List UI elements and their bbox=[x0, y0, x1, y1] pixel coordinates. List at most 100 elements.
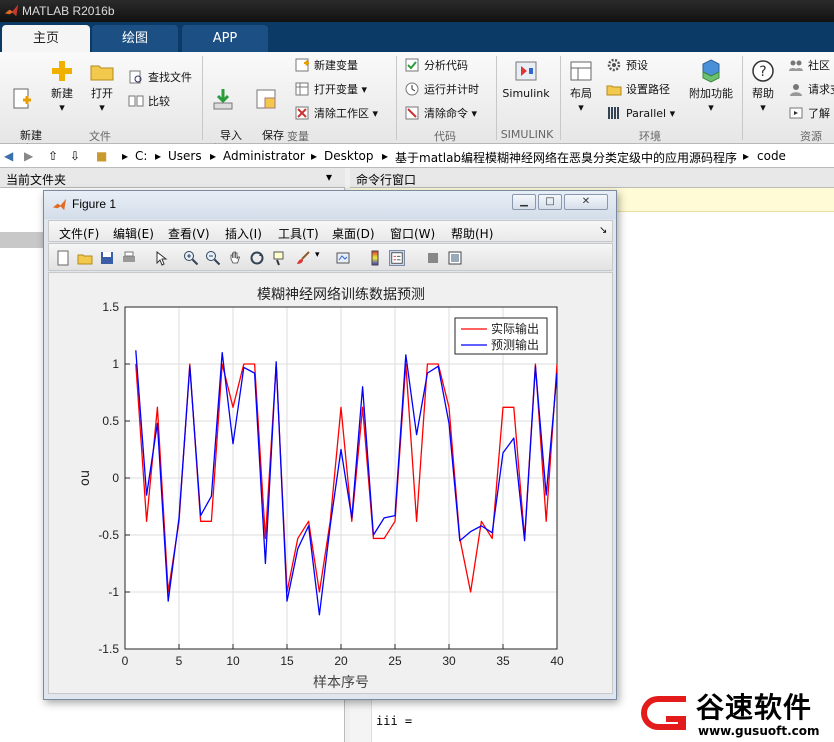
open-file-icon[interactable] bbox=[77, 250, 93, 266]
path-segment[interactable]: Users bbox=[168, 149, 202, 163]
plus-icon bbox=[52, 61, 72, 81]
x-tick-label: 10 bbox=[226, 654, 240, 668]
compare-button[interactable]: 比较 bbox=[128, 92, 170, 112]
tab-apps[interactable]: APP bbox=[182, 25, 268, 52]
learn-button[interactable]: 了解 bbox=[788, 104, 830, 124]
folder-open-icon bbox=[90, 65, 114, 81]
up-folder-icon[interactable]: ⇧ bbox=[48, 149, 58, 163]
current-folder-header: 当前文件夹 ▾ bbox=[0, 168, 345, 188]
new-script-icon bbox=[13, 88, 31, 109]
current-folder-title: 当前文件夹 bbox=[6, 173, 67, 187]
open-variable-button[interactable]: 打开变量 ▾ bbox=[294, 80, 367, 100]
show-plot-tools-icon[interactable] bbox=[447, 250, 463, 266]
browse-folder-icon[interactable]: ⇩ bbox=[70, 149, 80, 163]
minimize-button[interactable]: ▁ bbox=[512, 194, 536, 210]
path-segment[interactable]: C: bbox=[135, 149, 147, 163]
command-window-title: 命令行窗口 bbox=[356, 173, 417, 187]
ribbon-tab-bar: 主页 绘图 APP bbox=[0, 22, 834, 52]
find-files-button[interactable]: 查找文件 bbox=[128, 68, 192, 88]
selected-file-row[interactable] bbox=[0, 232, 44, 248]
brush-icon[interactable] bbox=[295, 250, 311, 266]
request-support-button[interactable]: 请求支 bbox=[788, 80, 834, 100]
new-variable-icon bbox=[295, 58, 309, 72]
menu-window[interactable]: 窗口(W) bbox=[390, 225, 435, 242]
preferences-button[interactable]: 预设 bbox=[606, 56, 648, 76]
group-label-environment: 环境 bbox=[639, 130, 661, 143]
clear-commands-icon bbox=[405, 106, 419, 120]
new-figure-icon[interactable] bbox=[55, 250, 71, 266]
path-segment[interactable]: Administrator bbox=[223, 149, 305, 163]
parallel-button[interactable]: Parallel ▾ bbox=[606, 104, 675, 124]
menu-view[interactable]: 查看(V) bbox=[168, 225, 210, 242]
simulink-icon bbox=[515, 61, 537, 81]
y-tick-label: 0.5 bbox=[102, 414, 119, 428]
close-button[interactable]: ✕ bbox=[564, 194, 608, 210]
save-icon[interactable] bbox=[99, 250, 115, 266]
watermark-brand: 谷速软件 bbox=[696, 691, 813, 724]
path-segment[interactable]: 基于matlab编程模糊神经网络在恶臭分类定级中的应用源码程序 bbox=[395, 149, 737, 166]
print-icon[interactable] bbox=[121, 250, 137, 266]
set-path-button[interactable]: 设置路径 bbox=[606, 80, 670, 100]
rotate-3d-icon[interactable] bbox=[249, 250, 265, 266]
brush-dropdown-icon[interactable]: ▾ bbox=[315, 250, 331, 266]
x-tick-label: 30 bbox=[442, 654, 456, 668]
data-cursor-icon[interactable] bbox=[271, 250, 287, 266]
insert-legend-icon[interactable] bbox=[389, 250, 405, 266]
dock-arrow-icon[interactable]: ↘ bbox=[599, 225, 607, 236]
zoom-in-icon[interactable] bbox=[183, 250, 199, 266]
run-and-time-button[interactable]: 运行并计时 bbox=[404, 80, 479, 100]
link-plot-icon[interactable] bbox=[335, 250, 351, 266]
menu-file[interactable]: 文件(F) bbox=[59, 225, 99, 242]
figure-title-bar[interactable]: Figure 1 ▁ □ ✕ bbox=[44, 191, 616, 219]
line-chart[interactable]: -1.5 -1 -0.5 0 0.5 1 1.5 0 5 10 15 20 25 30 35 40 模糊神经… bbox=[49, 273, 612, 693]
svg-text:?: ? bbox=[759, 64, 766, 80]
x-tick-label: 0 bbox=[122, 654, 129, 668]
clear-workspace-button[interactable]: 清除工作区 ▾ bbox=[294, 104, 378, 124]
community-button[interactable]: 社区 bbox=[788, 56, 830, 76]
command-window-header: 命令行窗口 bbox=[350, 168, 834, 188]
open-button[interactable]: 打开 ▾ bbox=[86, 58, 118, 115]
community-icon bbox=[789, 60, 803, 71]
new-button[interactable]: 新建 ▾ bbox=[46, 58, 78, 115]
menu-insert[interactable]: 插入(I) bbox=[225, 225, 262, 242]
back-arrow-icon[interactable]: ◀ bbox=[4, 149, 13, 163]
forward-arrow-icon[interactable]: ▶ bbox=[24, 149, 33, 163]
tab-plots[interactable]: 绘图 bbox=[92, 25, 178, 52]
help-button[interactable]: ? 帮助 ▾ bbox=[746, 58, 780, 115]
new-variable-button[interactable]: 新建变量 bbox=[294, 56, 358, 76]
insert-colorbar-icon[interactable] bbox=[367, 250, 383, 266]
x-tick-label: 35 bbox=[496, 654, 510, 668]
simulink-button[interactable]: Simulink bbox=[502, 58, 550, 101]
x-tick-label: 25 bbox=[388, 654, 402, 668]
import-icon bbox=[213, 89, 233, 110]
x-tick-label: 40 bbox=[550, 654, 564, 668]
menu-help[interactable]: 帮助(H) bbox=[451, 225, 493, 242]
run-time-icon bbox=[405, 82, 419, 96]
menu-edit[interactable]: 编辑(E) bbox=[113, 225, 154, 242]
path-segment[interactable]: code bbox=[757, 149, 786, 163]
tab-home[interactable]: 主页 bbox=[2, 25, 90, 52]
y-tick-label: 1 bbox=[112, 357, 119, 371]
maximize-button[interactable]: □ bbox=[538, 194, 562, 210]
path-segment[interactable]: Desktop bbox=[324, 149, 374, 163]
figure-window[interactable]: Figure 1 ▁ □ ✕ 文件(F) 编辑(E) 查看(V) 插入(I) 工… bbox=[43, 190, 617, 700]
panel-menu-icon[interactable]: ▾ bbox=[326, 170, 332, 184]
menu-tools[interactable]: 工具(T) bbox=[278, 225, 319, 242]
x-tick-label: 5 bbox=[176, 654, 183, 668]
matlab-logo-icon bbox=[4, 4, 19, 17]
hide-plot-tools-icon[interactable] bbox=[425, 250, 441, 266]
layout-button[interactable]: 布局 ▾ bbox=[564, 58, 598, 115]
y-tick-label: 1.5 bbox=[102, 300, 119, 314]
edit-plot-cursor-icon[interactable] bbox=[153, 250, 169, 266]
learn-icon bbox=[789, 107, 803, 119]
zoom-out-icon[interactable] bbox=[205, 250, 221, 266]
app-title-bar: MATLAB R2016b bbox=[0, 0, 834, 22]
chart-legend[interactable]: 实际输出预测输出 bbox=[454, 317, 548, 355]
legend-label: 实际输出 bbox=[491, 321, 539, 336]
analyze-code-button[interactable]: 分析代码 bbox=[404, 56, 468, 76]
pan-hand-icon[interactable] bbox=[227, 250, 243, 266]
plot-area[interactable]: -1.5 -1 -0.5 0 0.5 1 1.5 0 5 10 15 20 25 30 35 40 模糊神经… bbox=[48, 272, 613, 694]
clear-commands-button[interactable]: 清除命令 ▾ bbox=[404, 104, 477, 124]
menu-desktop[interactable]: 桌面(D) bbox=[332, 225, 375, 242]
add-ons-button[interactable]: 附加功能 ▾ bbox=[686, 58, 736, 115]
